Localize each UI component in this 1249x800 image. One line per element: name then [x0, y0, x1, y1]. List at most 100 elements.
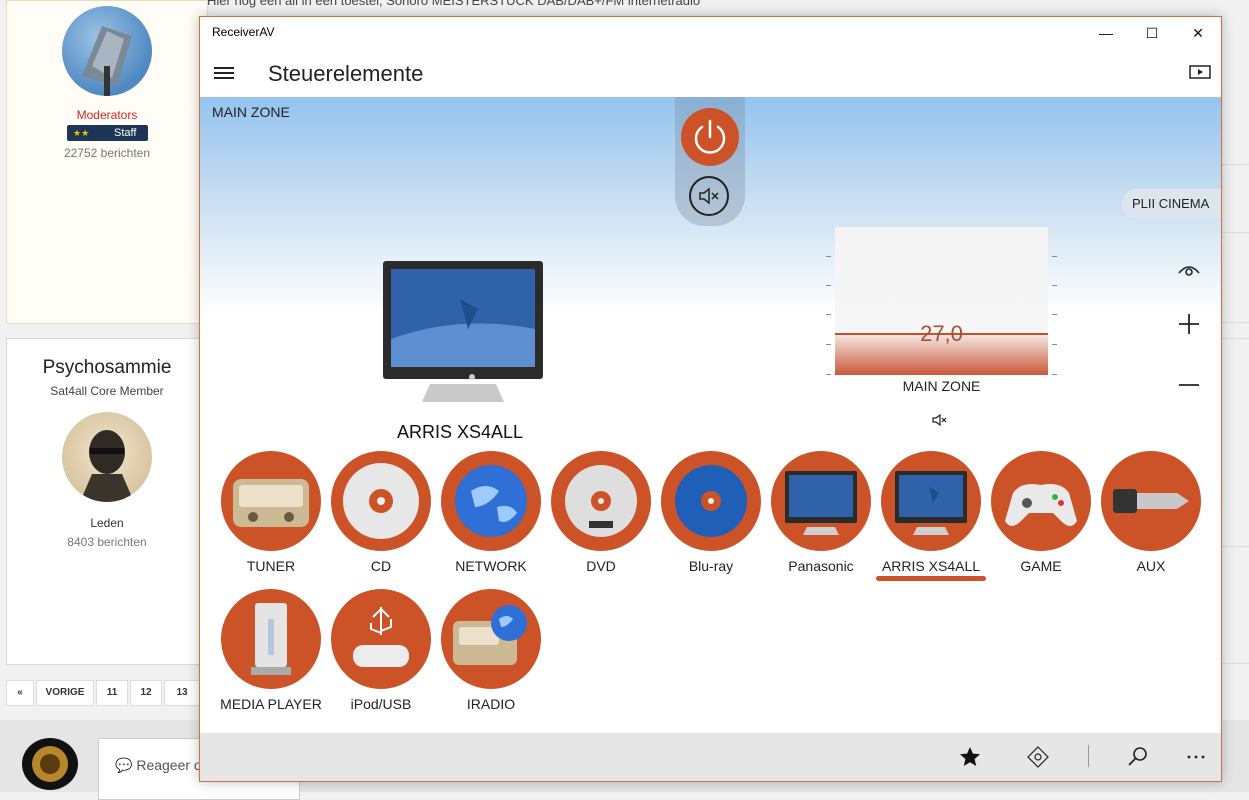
divider [1221, 322, 1249, 323]
cd-icon [331, 451, 431, 551]
divider [1221, 164, 1249, 165]
bluray-icon [661, 451, 761, 551]
author-username[interactable]: Psychosammie [0, 357, 214, 379]
current-device-name: ARRIS XS4ALL [396, 422, 524, 442]
source-bluray[interactable]: Blu-ray [656, 451, 766, 574]
minimize-icon: — [1099, 25, 1113, 41]
divider [1221, 663, 1249, 664]
dvd-icon [551, 451, 651, 551]
pagination-page[interactable]: 12 [130, 680, 162, 706]
surround-mode-button[interactable]: PLII CINEMA [1122, 189, 1221, 218]
source-label: GAME [1020, 558, 1062, 574]
command-bar [200, 733, 1221, 781]
audio-jack-icon [1101, 451, 1201, 551]
source-label: Panasonic [788, 558, 854, 574]
favorites-star-icon[interactable] [958, 745, 982, 769]
source-panasonic[interactable]: Panasonic [766, 451, 876, 574]
source-dvd[interactable]: DVD [546, 451, 656, 574]
source-label: ARRIS XS4ALL [881, 558, 981, 574]
speech-bubble-icon: 💬 [115, 757, 133, 773]
usb-icon [331, 589, 431, 689]
tv-icon [881, 451, 981, 551]
search-icon[interactable] [1126, 745, 1150, 769]
double-chevron-left-icon: « [17, 687, 23, 698]
source-media-player[interactable]: MEDIA PLAYER [216, 589, 326, 712]
page-title: Steuerelemente [268, 61, 424, 86]
close-icon: ✕ [1192, 25, 1204, 41]
volume-up-icon[interactable] [1175, 310, 1203, 338]
command-divider [1088, 745, 1089, 767]
volume-scale-right [1052, 227, 1057, 377]
stars-icon: ★★ [73, 128, 90, 138]
mute-icon [699, 187, 719, 205]
eye-icon[interactable] [1175, 257, 1203, 285]
volume-scale-left [826, 227, 831, 377]
source-tuner[interactable]: TUNER [216, 451, 326, 574]
moderator-role[interactable]: Moderators [0, 108, 214, 122]
author-group: Leden [90, 516, 124, 530]
moderator-post-count: 22752 berichten [63, 146, 151, 160]
source-label: MEDIA PLAYER [220, 696, 322, 712]
volume-meter[interactable]: 27,0 [835, 227, 1048, 375]
receiverav-window: ReceiverAV — ☐ ✕ Steuerelemente MAIN ZON… [199, 16, 1222, 782]
divider [1221, 338, 1249, 339]
author-rank: Sat4all Core Member [50, 384, 164, 398]
source-game[interactable]: GAME [986, 451, 1096, 574]
source-label: AUX [1136, 558, 1166, 574]
app-bar: Steuerelemente [200, 49, 1221, 97]
gamepad-icon [991, 451, 1091, 551]
current-user-avatar[interactable] [22, 738, 78, 790]
current-device-tv-icon [380, 259, 545, 409]
background-post-text: Hier nog een all in een toestel, Sonoro … [207, 0, 701, 8]
globe-icon [441, 451, 541, 551]
radio-icon [221, 451, 321, 551]
moderator-avatar[interactable] [62, 6, 152, 96]
cast-icon[interactable] [1189, 65, 1211, 79]
zone-mute-icon[interactable] [931, 412, 949, 428]
tv-icon [771, 451, 871, 551]
window-title: ReceiverAV [212, 25, 275, 39]
source-ipod-usb[interactable]: iPod/USB [326, 589, 436, 712]
maximize-icon: ☐ [1145, 25, 1159, 41]
navigation-pad-icon[interactable] [1026, 745, 1050, 769]
title-bar[interactable]: ReceiverAV — ☐ ✕ [200, 17, 1221, 49]
source-label: DVD [586, 558, 616, 574]
source-iradio[interactable]: IRADIO [436, 589, 546, 712]
divider [1221, 232, 1249, 233]
divider [1221, 546, 1249, 547]
zone-label: MAIN ZONE [212, 104, 290, 120]
reply-placeholder-text: Reageer o [136, 757, 202, 773]
staff-badge: ★★ Staff [67, 125, 148, 141]
more-options-icon[interactable] [1184, 745, 1208, 769]
internet-radio-icon [441, 589, 541, 689]
hamburger-menu-icon[interactable] [214, 67, 234, 79]
pagination-page[interactable]: 13 [164, 680, 200, 706]
source-label: TUNER [246, 558, 296, 574]
source-network[interactable]: NETWORK [436, 451, 546, 574]
source-cd[interactable]: CD [326, 451, 436, 574]
source-arris-xs4all[interactable]: ARRIS XS4ALL [876, 451, 986, 574]
media-player-icon [221, 589, 321, 689]
close-button[interactable]: ✕ [1175, 17, 1221, 49]
staff-badge-label: Staff [114, 127, 137, 139]
power-button[interactable] [681, 108, 739, 166]
source-aux[interactable]: AUX [1096, 451, 1206, 574]
author-avatar[interactable] [62, 412, 152, 502]
volume-down-icon[interactable] [1175, 371, 1203, 399]
author-post-count: 8403 berichten [67, 535, 147, 549]
volume-zone-label: MAIN ZONE [902, 378, 981, 394]
source-label: IRADIO [466, 696, 516, 712]
pagination-first-button[interactable]: « [6, 680, 34, 706]
pagination-prev-button[interactable]: VORIGE [36, 680, 94, 706]
pagination-page[interactable]: 11 [96, 680, 128, 706]
reply-placeholder[interactable]: 💬 Reageer o [115, 757, 202, 774]
power-icon [694, 119, 726, 154]
source-label: Blu-ray [688, 558, 734, 574]
mute-button[interactable] [689, 176, 729, 216]
volume-value: 27,0 [920, 321, 963, 346]
source-label: iPod/USB [350, 696, 412, 712]
source-label: NETWORK [455, 558, 527, 574]
minimize-button[interactable]: — [1083, 17, 1129, 49]
selected-source-indicator [876, 576, 986, 581]
maximize-button[interactable]: ☐ [1129, 17, 1175, 49]
